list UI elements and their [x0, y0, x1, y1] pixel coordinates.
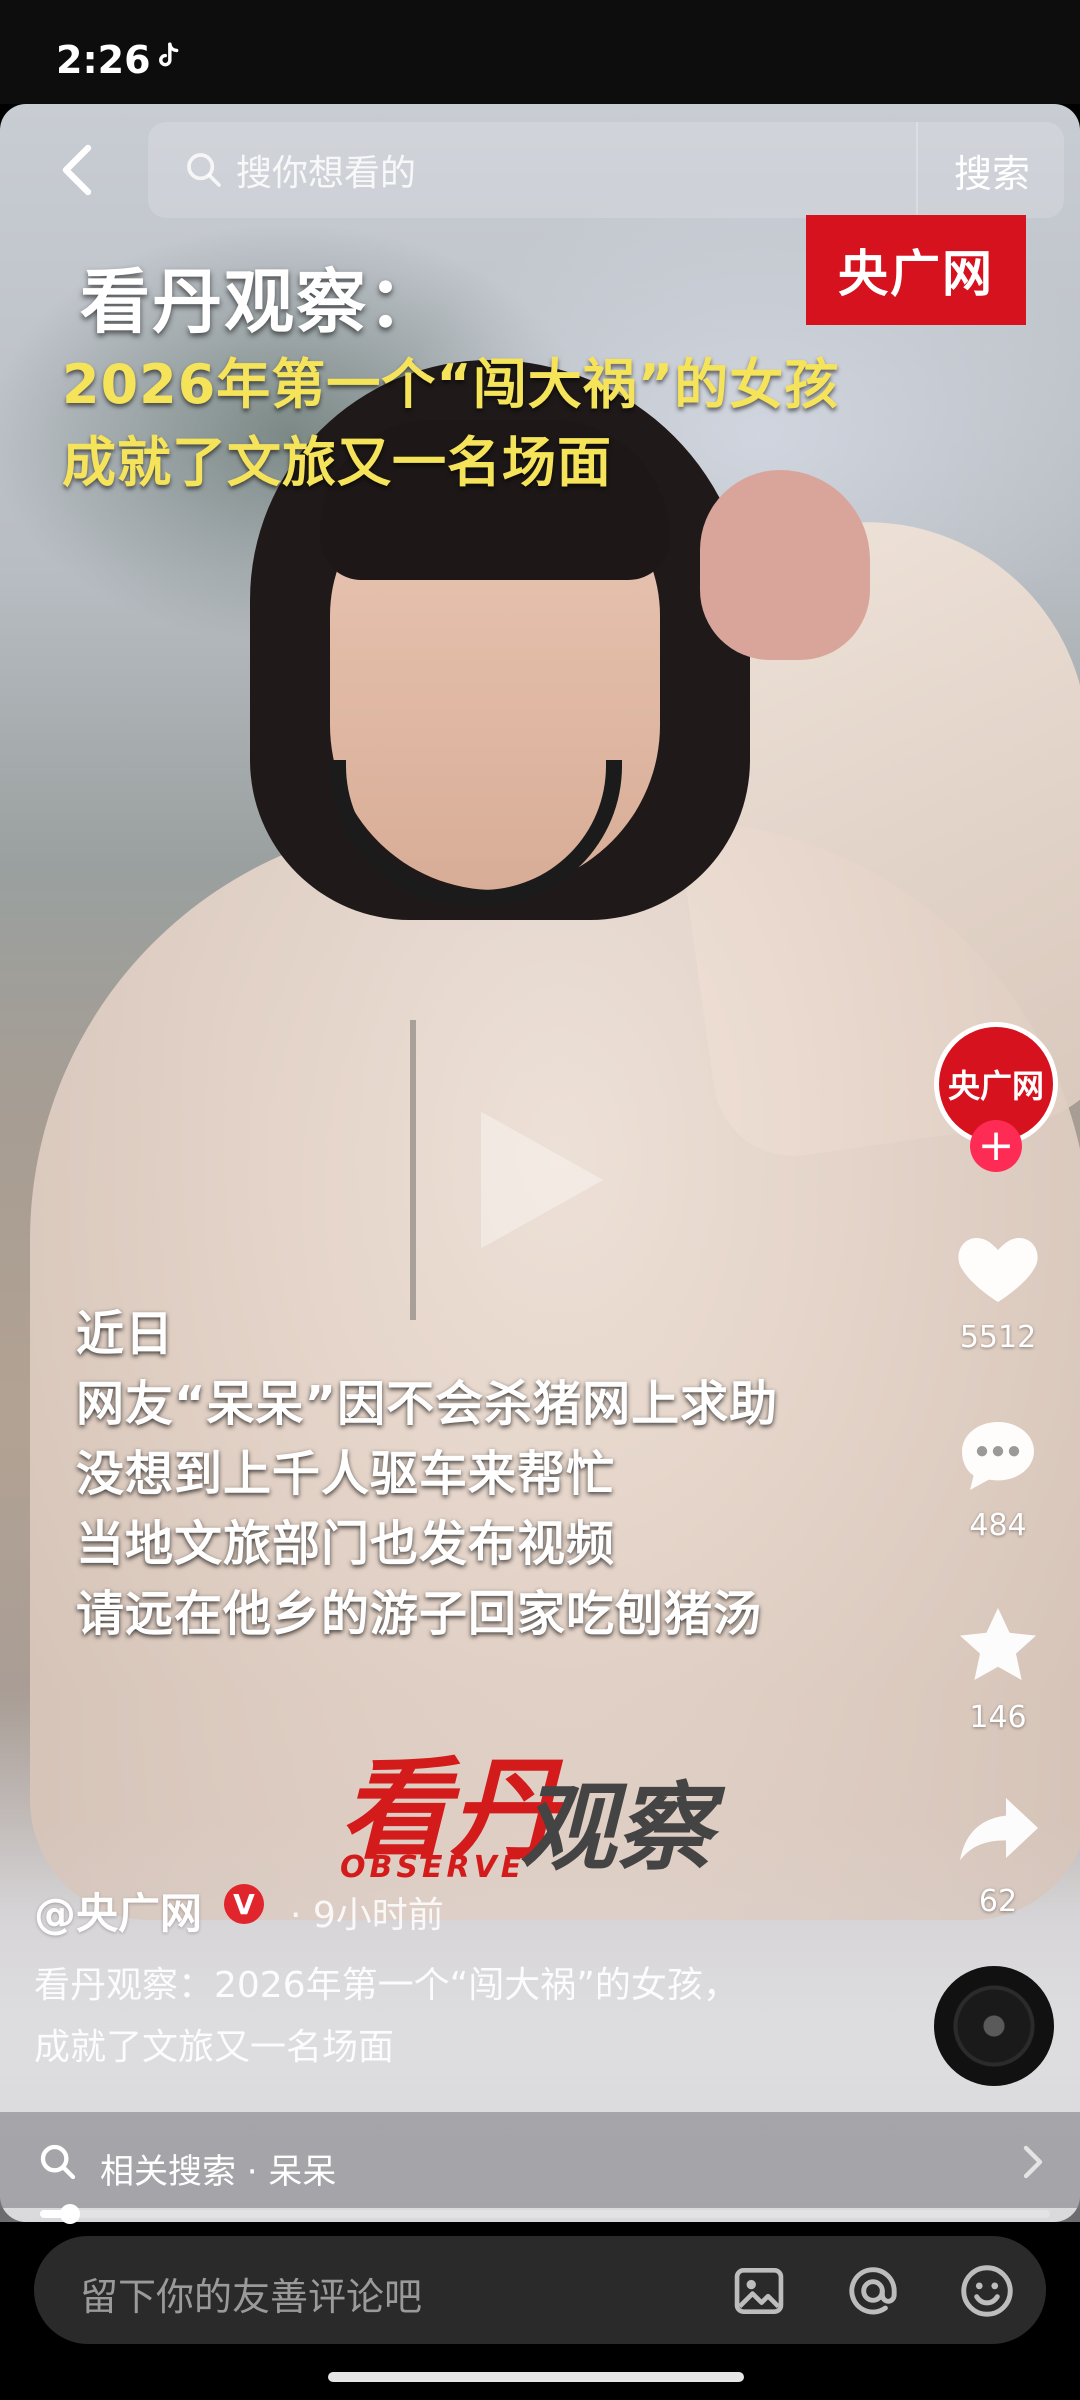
- status-time: 2:26: [56, 38, 151, 82]
- observe-logo-cn-right: 观察: [520, 1771, 712, 1884]
- source-logo: 央广网: [806, 215, 1026, 325]
- subtitle-line: 没想到上千人驱车来帮忙: [76, 1446, 616, 1502]
- search-button[interactable]: 搜索: [916, 122, 1066, 218]
- like-count: 5512: [959, 1320, 1037, 1355]
- video-progress-track[interactable]: [40, 2210, 1050, 2218]
- subtitle-line: 请远在他乡的游子回家吃刨猪汤: [76, 1586, 763, 1642]
- post-description-line[interactable]: 成就了文旅又一名场面: [34, 2018, 394, 2070]
- video-title: 看丹观察：: [80, 261, 440, 343]
- star-icon[interactable]: [950, 1598, 1046, 1694]
- search-placeholder: 搜你想看的: [236, 153, 417, 194]
- chevron-right-icon: [1023, 2145, 1043, 2179]
- emoji-icon[interactable]: [956, 2260, 1018, 2322]
- back-button[interactable]: [48, 140, 108, 200]
- search-icon: [40, 2144, 76, 2180]
- related-search-label[interactable]: 相关搜索 · 呆呆: [100, 2144, 336, 2193]
- observe-logo-en: OBSERVE: [340, 1850, 526, 1885]
- post-time: · 9小时前: [290, 1895, 444, 1936]
- search-icon: [187, 153, 221, 187]
- subtitle-line: 网友“呆呆”因不会杀猪网上求助: [76, 1376, 779, 1432]
- video-headline-line-1: 2026年第一个“闯大祸”的女孩: [62, 353, 840, 416]
- video-subject-hand: [700, 470, 870, 660]
- share-count: 62: [978, 1884, 1018, 1919]
- chevron-left-icon: [62, 144, 92, 196]
- video-headline-line-2: 成就了文旅又一名场面: [62, 431, 612, 494]
- image-icon[interactable]: [728, 2260, 790, 2322]
- subtitle-line: 当地文旅部门也发布视频: [76, 1516, 616, 1572]
- post-description-line[interactable]: 看丹观察：2026年第一个“闯大祸”的女孩，: [34, 1956, 739, 2008]
- jacket-zipper: [410, 1020, 416, 1320]
- play-icon[interactable]: [445, 1090, 625, 1270]
- favorite-count: 146: [969, 1700, 1027, 1735]
- comment-count: 484: [969, 1508, 1027, 1543]
- author-name[interactable]: @央广网: [34, 1880, 202, 1941]
- heart-icon[interactable]: [950, 1218, 1046, 1314]
- share-icon[interactable]: [950, 1782, 1046, 1878]
- comment-icon[interactable]: [950, 1408, 1046, 1504]
- follow-button[interactable]: +: [970, 1120, 1022, 1172]
- comment-placeholder: 留下你的友善评论吧: [80, 2275, 423, 2319]
- verified-badge: V: [224, 1884, 264, 1924]
- home-indicator[interactable]: [328, 2372, 744, 2382]
- music-disc-icon[interactable]: [934, 1966, 1054, 2086]
- mention-icon[interactable]: [842, 2260, 904, 2322]
- subtitle-line: 近日: [76, 1306, 175, 1362]
- tiktok-notification-icon: [159, 42, 179, 67]
- video-progress-handle[interactable]: [60, 2204, 80, 2224]
